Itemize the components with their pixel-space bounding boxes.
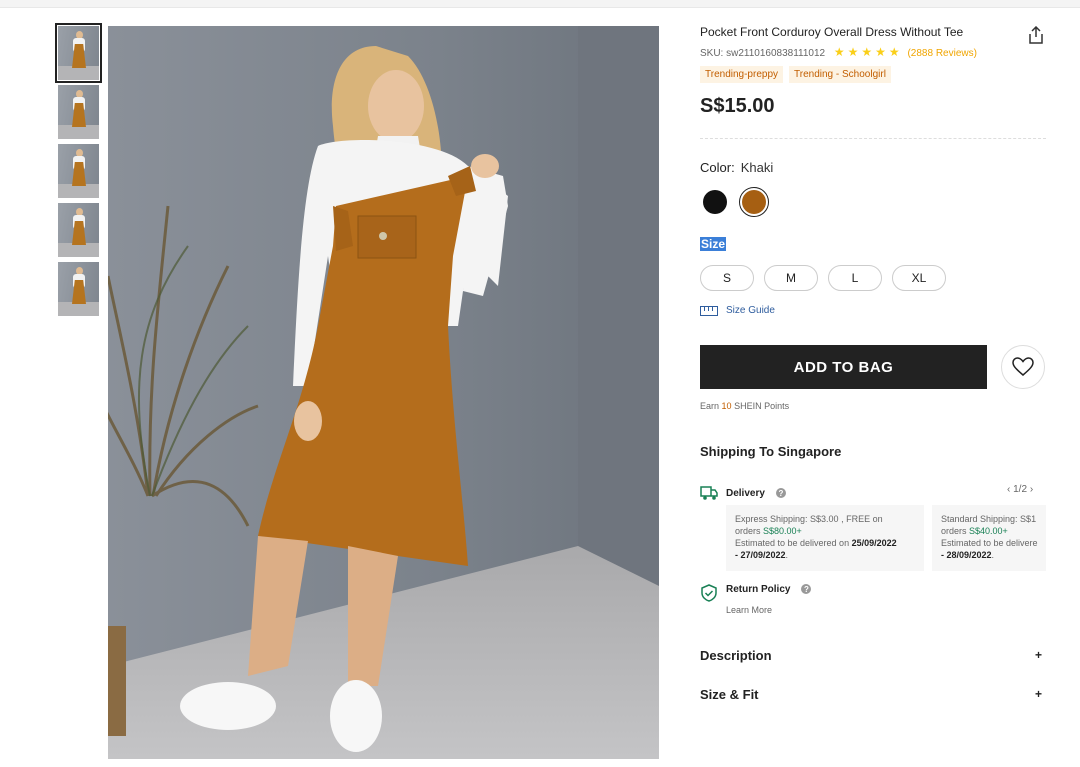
- color-label: Color:: [700, 160, 735, 175]
- card-line: Express Shipping: S$3.00 , FREE on: [735, 514, 883, 524]
- threshold-value: S$80.00+: [763, 526, 802, 536]
- card-line: orders S$80.00+: [735, 525, 915, 537]
- points-number: 10: [721, 401, 732, 411]
- card-line: Estimated to be delivere: [941, 538, 1038, 548]
- add-to-bag-button[interactable]: ADD TO BAG: [700, 345, 987, 389]
- color-swatch-khaki[interactable]: [739, 187, 769, 217]
- shipping-card-express: Express Shipping: S$3.00 , FREE on order…: [726, 505, 924, 571]
- size-option-xl[interactable]: XL: [892, 265, 946, 291]
- size-guide-link[interactable]: Size Guide: [700, 305, 775, 316]
- price: S$15.00: [700, 95, 775, 117]
- thumbnail-list: [55, 23, 102, 321]
- delivery-pager: ‹ 1/2 ›: [1007, 484, 1033, 495]
- top-bar: [0, 0, 1080, 8]
- wishlist-button[interactable]: [1001, 345, 1045, 389]
- card-line: Standard Shipping: S$1: [941, 514, 1037, 524]
- thumbnail-2[interactable]: [58, 85, 99, 139]
- plus-icon: +: [1034, 687, 1042, 701]
- trend-tags: Trending-preppy Trending - Schoolgirl: [700, 66, 891, 83]
- points-text: Earn 10 SHEIN Points: [700, 401, 789, 411]
- question-icon[interactable]: ?: [801, 584, 812, 594]
- plus-icon: +: [1034, 648, 1042, 662]
- sku-rating-row: SKU: sw2110160838111012 ★★★★★ (2888 Revi…: [700, 45, 977, 59]
- card-text: orders: [735, 526, 761, 536]
- product-page: Pocket Front Corduroy Overall Dress With…: [0, 0, 1080, 767]
- ruler-icon: [700, 305, 718, 316]
- shipping-card-standard: Standard Shipping: S$1 orders S$40.00+ E…: [932, 505, 1046, 571]
- points-prefix: Earn: [700, 401, 720, 411]
- accordion-label: Description: [700, 648, 772, 663]
- card-line: orders S$40.00+: [941, 525, 1046, 537]
- thumbnail-5[interactable]: [58, 262, 99, 316]
- learn-more-link[interactable]: Learn More: [726, 605, 772, 615]
- tag-trending-preppy[interactable]: Trending-preppy: [700, 66, 784, 83]
- thumbnail-3[interactable]: [58, 144, 99, 198]
- card-text: Estimated to be delivered on: [735, 538, 850, 548]
- delivery-label: Delivery: [726, 487, 765, 499]
- accordion-size-fit[interactable]: Size & Fit +: [700, 687, 1046, 702]
- color-value: Khaki: [740, 160, 774, 175]
- size-option-l[interactable]: L: [828, 265, 882, 291]
- card-text: .: [785, 550, 789, 560]
- sku-text: SKU: sw2110160838111012: [700, 48, 826, 59]
- main-product-image[interactable]: [108, 26, 659, 759]
- size-options: S M L XL: [700, 265, 946, 291]
- date-start: 25/09/2022: [851, 538, 897, 548]
- card-text: orders: [941, 526, 967, 536]
- question-icon[interactable]: ?: [775, 488, 786, 498]
- color-row: Color: Khaki: [700, 160, 773, 175]
- return-policy-label: Return Policy: [726, 584, 791, 595]
- reviews-link[interactable]: (2888 Reviews): [907, 48, 976, 59]
- thumbnail-1[interactable]: [55, 23, 102, 83]
- shipping-cards: Express Shipping: S$3.00 , FREE on order…: [726, 505, 1046, 571]
- product-title: Pocket Front Corduroy Overall Dress With…: [700, 25, 964, 39]
- card-text: .: [991, 550, 995, 560]
- card-line: - 28/09/2022.: [941, 549, 1046, 561]
- accordion-description[interactable]: Description +: [700, 648, 1046, 663]
- shipping-title: Shipping To Singapore: [700, 444, 842, 459]
- star-icon: ★★★★★: [833, 45, 903, 59]
- size-option-s[interactable]: S: [700, 265, 754, 291]
- thumbnail-4[interactable]: [58, 203, 99, 257]
- truck-icon: [700, 486, 718, 500]
- chevron-left-icon[interactable]: ‹: [1007, 484, 1010, 495]
- delivery-row: Delivery ?: [700, 485, 786, 501]
- share-icon[interactable]: [1028, 25, 1044, 44]
- color-swatch-black[interactable]: [703, 190, 727, 214]
- product-photo-illustration: [108, 26, 659, 759]
- pager-text: 1/2: [1013, 484, 1028, 495]
- card-line: Estimated to be delivered on 25/09/2022: [735, 537, 915, 549]
- size-guide-label: Size Guide: [726, 305, 775, 316]
- accordion-label: Size & Fit: [700, 687, 759, 702]
- shield-check-icon: [701, 584, 717, 602]
- date-end: - 27/09/2022: [735, 550, 786, 560]
- size-option-m[interactable]: M: [764, 265, 818, 291]
- size-label: Size: [700, 237, 727, 251]
- heart-icon: [1012, 357, 1034, 376]
- date-end: - 28/09/2022: [941, 550, 992, 560]
- tag-trending-schoolgirl[interactable]: Trending - Schoolgirl: [789, 66, 891, 83]
- chevron-right-icon[interactable]: ›: [1030, 484, 1033, 495]
- threshold-value: S$40.00+: [969, 526, 1008, 536]
- points-suffix: SHEIN Points: [734, 401, 790, 411]
- card-line: - 27/09/2022.: [735, 549, 915, 561]
- divider: [700, 138, 1046, 139]
- return-policy-row: Return Policy ?: [700, 584, 812, 602]
